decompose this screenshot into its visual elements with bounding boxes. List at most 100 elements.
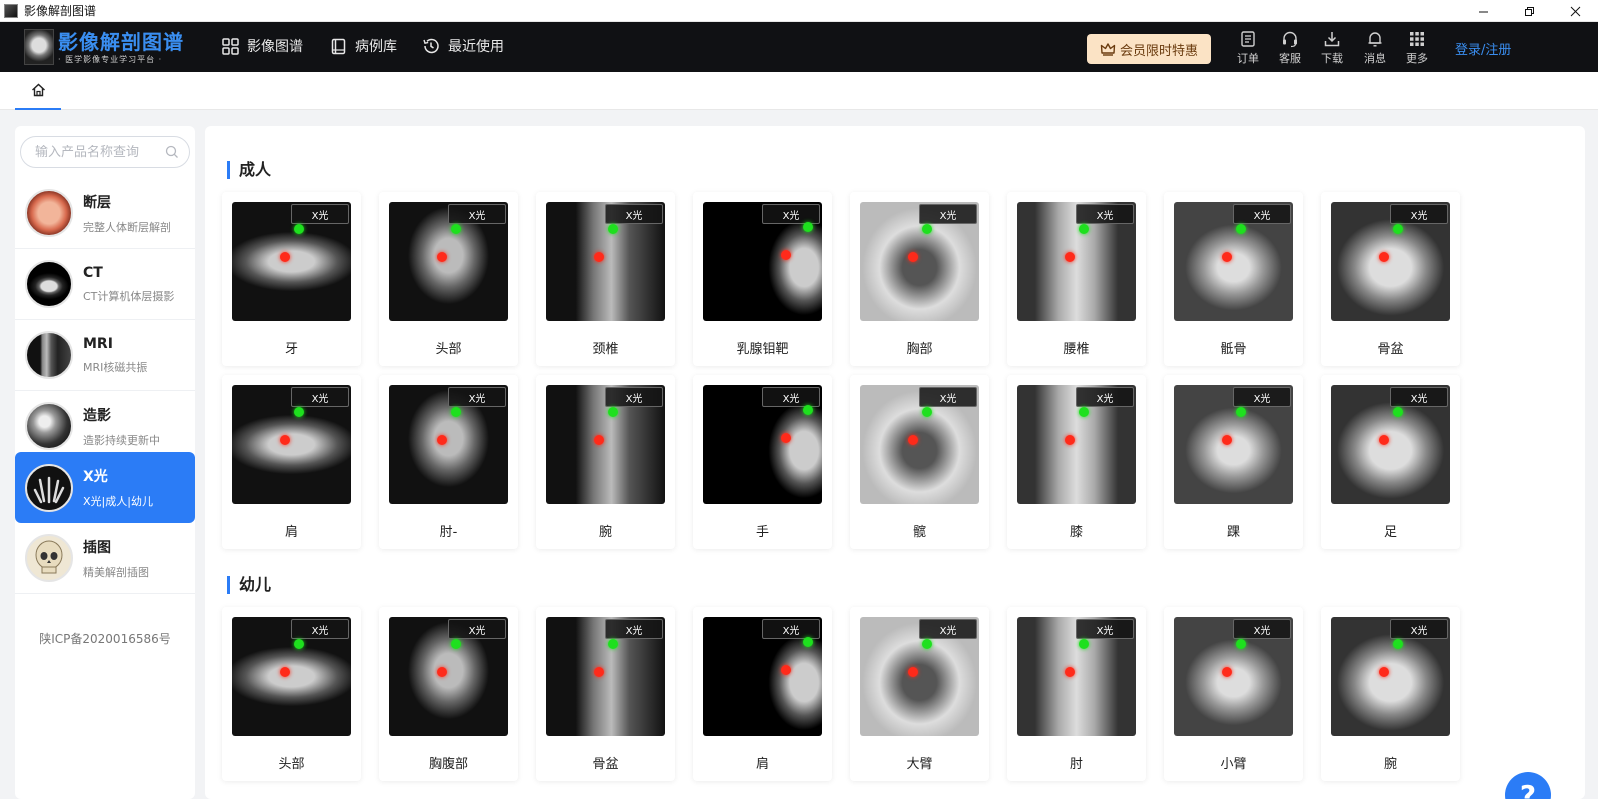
xray-card[interactable]: X光 颈椎	[536, 192, 675, 366]
xray-card[interactable]: X光 腰椎	[1007, 192, 1146, 366]
xray-card[interactable]: X光 肘-	[379, 375, 518, 549]
xray-card-label: 足	[1383, 525, 1397, 540]
section-title-child: 幼儿	[227, 576, 271, 594]
xray-card-label: 髋	[912, 525, 926, 540]
xray-card[interactable]: X光 骨盆	[1321, 192, 1460, 366]
xray-thumbnail: X光	[232, 202, 351, 321]
category-xray[interactable]: X光 X光|成人|幼儿	[15, 452, 195, 523]
category-tomography[interactable]: 断层 完整人体断层解剖	[15, 178, 195, 249]
tool-support[interactable]: 客服	[1273, 30, 1307, 66]
tool-download[interactable]: 下载	[1315, 30, 1349, 66]
tab-home[interactable]	[15, 72, 61, 110]
category-ct[interactable]: CT CT计算机体层摄影	[15, 249, 195, 320]
red-marker-icon	[1222, 435, 1232, 445]
xray-card[interactable]: X光腕	[536, 375, 675, 549]
red-marker-icon	[1222, 667, 1232, 677]
login-register-link[interactable]: 登录/注册	[1455, 39, 1511, 58]
angiography-thumbnail	[25, 402, 73, 450]
xray-card[interactable]: X光 骨盆	[536, 607, 675, 781]
vip-promo-button[interactable]: 会员限时特惠	[1087, 34, 1211, 64]
logo-brain-icon	[24, 29, 54, 65]
xray-card-label: 肘-	[439, 525, 458, 540]
nav-atlas[interactable]: 影像图谱	[222, 36, 303, 56]
xray-card[interactable]: X光肩	[222, 375, 361, 549]
red-marker-icon	[280, 667, 290, 677]
xray-card-label: 腕	[1383, 757, 1397, 772]
red-marker-icon	[908, 252, 918, 262]
xray-thumbnail: X光	[860, 202, 979, 321]
green-marker-icon	[922, 224, 932, 234]
green-marker-icon	[1236, 224, 1246, 234]
xray-card[interactable]: X光 胸部	[850, 192, 989, 366]
green-marker-icon	[451, 639, 461, 649]
category-illustration[interactable]: 插图 精美解剖插图	[15, 523, 195, 594]
nav-cases[interactable]: 病例库	[330, 36, 397, 56]
minimize-icon[interactable]	[1460, 0, 1506, 22]
xray-thumbnail: X光	[1331, 385, 1450, 504]
red-marker-icon	[1379, 435, 1389, 445]
section-title-adult: 成人	[227, 161, 271, 179]
green-marker-icon	[1079, 224, 1089, 234]
tool-more-label: 更多	[1406, 52, 1428, 65]
xray-card[interactable]: X光踝	[1164, 375, 1303, 549]
close-icon[interactable]	[1552, 0, 1598, 22]
xray-thumbnail: X光	[860, 617, 979, 736]
category-name: X光	[83, 469, 108, 485]
xray-badge: X光	[448, 619, 506, 639]
xray-card[interactable]: X光 大臂	[850, 607, 989, 781]
search-input[interactable]	[35, 144, 155, 160]
xray-badge: X光	[291, 204, 349, 224]
xray-card[interactable]: X光 胸腹部	[379, 607, 518, 781]
xray-card[interactable]: X光小臂	[1164, 607, 1303, 781]
xray-thumbnail: X光	[389, 617, 508, 736]
red-marker-icon	[437, 435, 447, 445]
xray-card[interactable]: X光肩	[693, 607, 832, 781]
xray-thumbnail: X光	[232, 617, 351, 736]
xray-card[interactable]: X光足	[1321, 375, 1460, 549]
xray-thumbnail: X光	[232, 385, 351, 504]
grid-icon	[222, 37, 239, 55]
tool-download-label: 下载	[1321, 52, 1343, 65]
tool-orders[interactable]: 订单	[1231, 30, 1265, 66]
red-marker-icon	[437, 667, 447, 677]
category-mri[interactable]: MRI MRI核磁共振	[15, 320, 195, 391]
xray-card[interactable]: X光髋	[850, 375, 989, 549]
product-search[interactable]	[20, 136, 190, 168]
xray-badge: X光	[291, 619, 349, 639]
nav-recent[interactable]: 最近使用	[422, 36, 504, 56]
green-marker-icon	[922, 639, 932, 649]
xray-thumbnail: X光	[1174, 202, 1293, 321]
xray-thumbnail: X光	[1017, 385, 1136, 504]
xray-card-label: 小臂	[1220, 757, 1247, 772]
xray-badge: X光	[1390, 387, 1448, 407]
ct-scan-thumbnail	[25, 260, 73, 308]
green-marker-icon	[608, 407, 618, 417]
xray-card[interactable]: X光 头部	[379, 192, 518, 366]
xray-card[interactable]: X光膝	[1007, 375, 1146, 549]
xray-card[interactable]: X光肘	[1007, 607, 1146, 781]
xray-badge: X光	[919, 204, 977, 224]
xray-card[interactable]: X光 乳腺钼靶	[693, 192, 832, 366]
red-marker-icon	[908, 435, 918, 445]
icp-license[interactable]: 陕ICP备2020016586号	[15, 630, 195, 647]
category-name: 断层	[83, 194, 111, 211]
xray-card[interactable]: X光手	[693, 375, 832, 549]
xray-card[interactable]: X光腕	[1321, 607, 1460, 781]
xray-badge: X光	[919, 619, 977, 639]
tool-messages[interactable]: 消息	[1358, 30, 1392, 66]
xray-card-label: 头部	[278, 757, 305, 772]
search-icon[interactable]	[165, 145, 179, 159]
xray-card-label: 牙	[284, 342, 298, 357]
xray-thumbnail: X光	[1174, 617, 1293, 736]
xray-card-label: 肘	[1069, 757, 1083, 772]
xray-card[interactable]: X光 骶骨	[1164, 192, 1303, 366]
xray-card-label: 膝	[1069, 525, 1083, 540]
restore-icon[interactable]	[1506, 0, 1552, 22]
xray-card[interactable]: X光头部	[222, 607, 361, 781]
tool-more[interactable]: 更多	[1400, 30, 1434, 66]
category-name: MRI	[83, 335, 113, 352]
tool-messages-label: 消息	[1364, 52, 1386, 65]
logo[interactable]: 影像解剖图谱 · 医学影像专业学习平台 ·	[24, 27, 184, 67]
nav-cases-label: 病例库	[355, 39, 397, 55]
xray-card[interactable]: X光牙	[222, 192, 361, 366]
